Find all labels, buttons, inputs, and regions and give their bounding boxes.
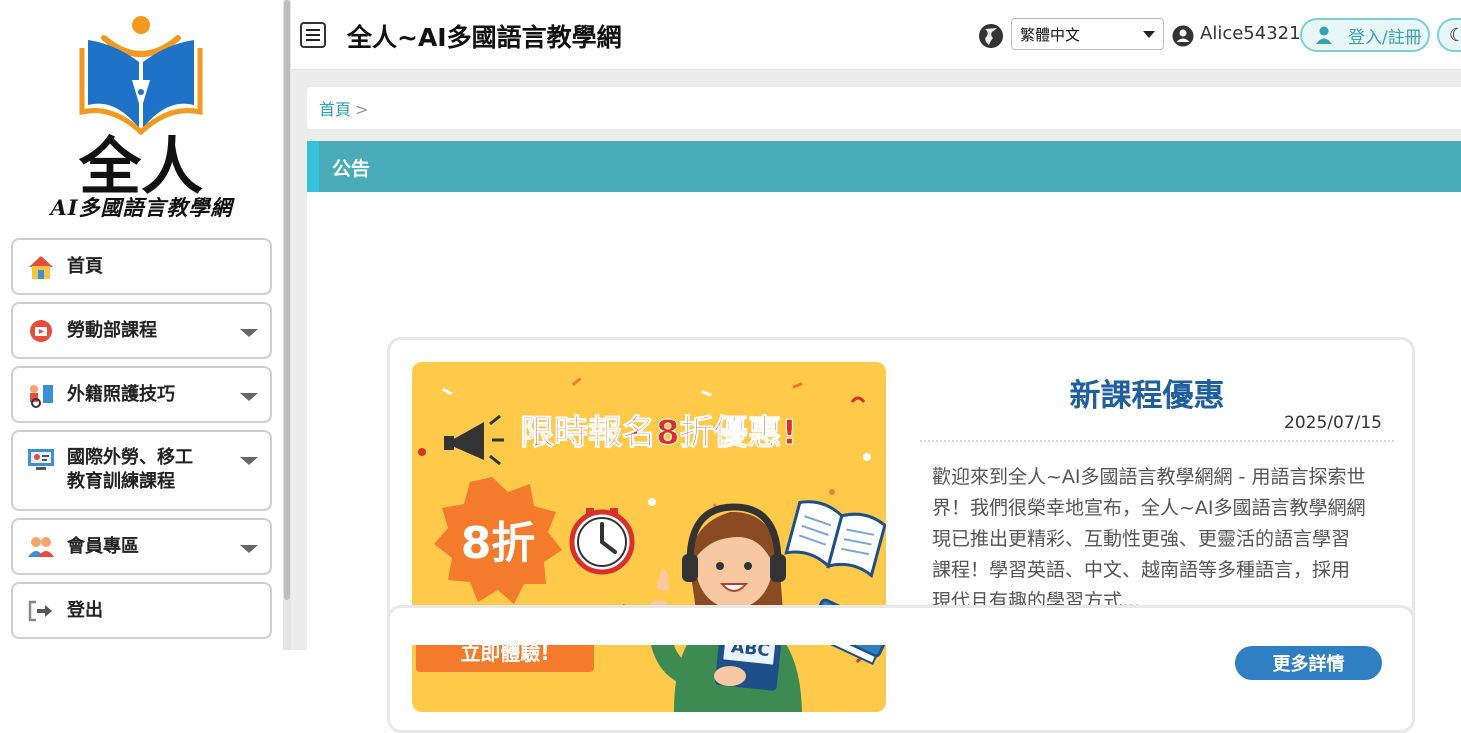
- announcement-title: 新課程優惠: [1069, 378, 1225, 414]
- theme-toggle-button[interactable]: ☾: [1437, 18, 1461, 52]
- site-title: 全人~AI多國語言教學網: [347, 23, 622, 52]
- login-register-button[interactable]: 登入/註冊: [1300, 18, 1430, 52]
- breadcrumb: 首頁 >: [307, 87, 1461, 129]
- sidebar-item-home[interactable]: 首頁: [11, 238, 272, 295]
- badge-discount: 8折: [461, 518, 536, 569]
- announcement-card-next: [387, 605, 1415, 645]
- username: Alice54321: [1200, 23, 1301, 44]
- sidebar: 全人 AI多國語言教學網 首頁 勞動部課程 外籍照護技巧 國際外勞、移工 教育訓…: [0, 0, 283, 650]
- sidebar-item-label: 外籍照護技巧: [67, 383, 175, 405]
- language-select-value: 繁體中文: [1020, 26, 1081, 44]
- top-bar: 全人~AI多國語言教學網 繁體中文 Alice54321 登入/註冊 ☾: [291, 0, 1461, 70]
- sidebar-scrollbar-thumb[interactable]: [284, 0, 290, 600]
- logo-subtitle: AI多國語言教學網: [50, 195, 233, 220]
- logout-icon: [25, 597, 57, 625]
- caregiving-icon: [25, 381, 57, 409]
- divider: [920, 440, 1394, 442]
- sidebar-item-label: 首頁: [67, 255, 103, 277]
- chevron-down-icon[interactable]: [240, 329, 258, 337]
- breadcrumb-home-link[interactable]: 首頁: [319, 100, 351, 119]
- chevron-down-icon: [1143, 31, 1155, 38]
- banner-headline: 限時報名8折優惠!: [520, 413, 797, 453]
- course-icon: [25, 317, 57, 345]
- sidebar-item-label: 登出: [67, 599, 103, 621]
- sidebar-item-caregiving[interactable]: 外籍照護技巧: [11, 366, 272, 423]
- sidebar-item-logout[interactable]: 登出: [11, 582, 272, 639]
- language-select[interactable]: 繁體中文: [1011, 18, 1164, 50]
- sidebar-item-labor-courses[interactable]: 勞動部課程: [11, 302, 272, 359]
- training-icon: [25, 446, 57, 474]
- members-icon: [25, 533, 57, 561]
- chevron-down-icon[interactable]: [240, 545, 258, 553]
- clock-icon: [569, 508, 635, 575]
- sidebar-item-migrant-training[interactable]: 國際外勞、移工 教育訓練課程: [11, 430, 272, 511]
- globe-icon: [979, 24, 1003, 48]
- logo-head: [132, 16, 150, 34]
- announcement-card: 限時報名8折優惠! 8折 立即體驗! ABC 新課程優惠 2025/07/15 …: [387, 337, 1415, 733]
- main-content: 首頁 > 公告 限時報名8折優惠! 8折 立即體驗! ABC 新課程優惠 202…: [291, 70, 1461, 733]
- sidebar-item-members[interactable]: 會員專區: [11, 518, 272, 575]
- sidebar-item-label-line2: 教育訓練課程: [67, 471, 175, 492]
- person-icon: [1316, 26, 1332, 44]
- login-register-label: 登入/註冊: [1348, 27, 1422, 48]
- announcement-date: 2025/07/15: [1284, 413, 1382, 433]
- user-icon: [1172, 25, 1194, 47]
- breadcrumb-separator: >: [355, 100, 369, 119]
- announcement-section-title: 公告: [332, 158, 371, 180]
- sidebar-item-label: 勞動部課程: [67, 319, 157, 341]
- sidebar-item-label: 國際外勞、移工: [67, 447, 193, 468]
- chevron-down-icon[interactable]: [240, 393, 258, 401]
- hamburger-icon: [306, 29, 320, 31]
- announcement-body: 歡迎來到全人~AI多國語言教學網網 - 用語言探索世界！我們很榮幸地宣布，全人~…: [932, 466, 1366, 612]
- menu-toggle-button[interactable]: [300, 22, 326, 48]
- announcement-header: 公告: [307, 141, 1461, 192]
- sidebar-item-label: 會員專區: [67, 535, 139, 557]
- promo-banner-image[interactable]: 限時報名8折優惠! 8折 立即體驗! ABC: [412, 362, 886, 712]
- more-details-button[interactable]: 更多詳情: [1235, 646, 1382, 680]
- announcement-list: 限時報名8折優惠! 8折 立即體驗! ABC 新課程優惠 2025/07/15 …: [307, 192, 1461, 733]
- home-icon: [25, 253, 57, 281]
- chevron-down-icon[interactable]: [240, 457, 258, 465]
- moon-icon: ☾: [1449, 24, 1461, 46]
